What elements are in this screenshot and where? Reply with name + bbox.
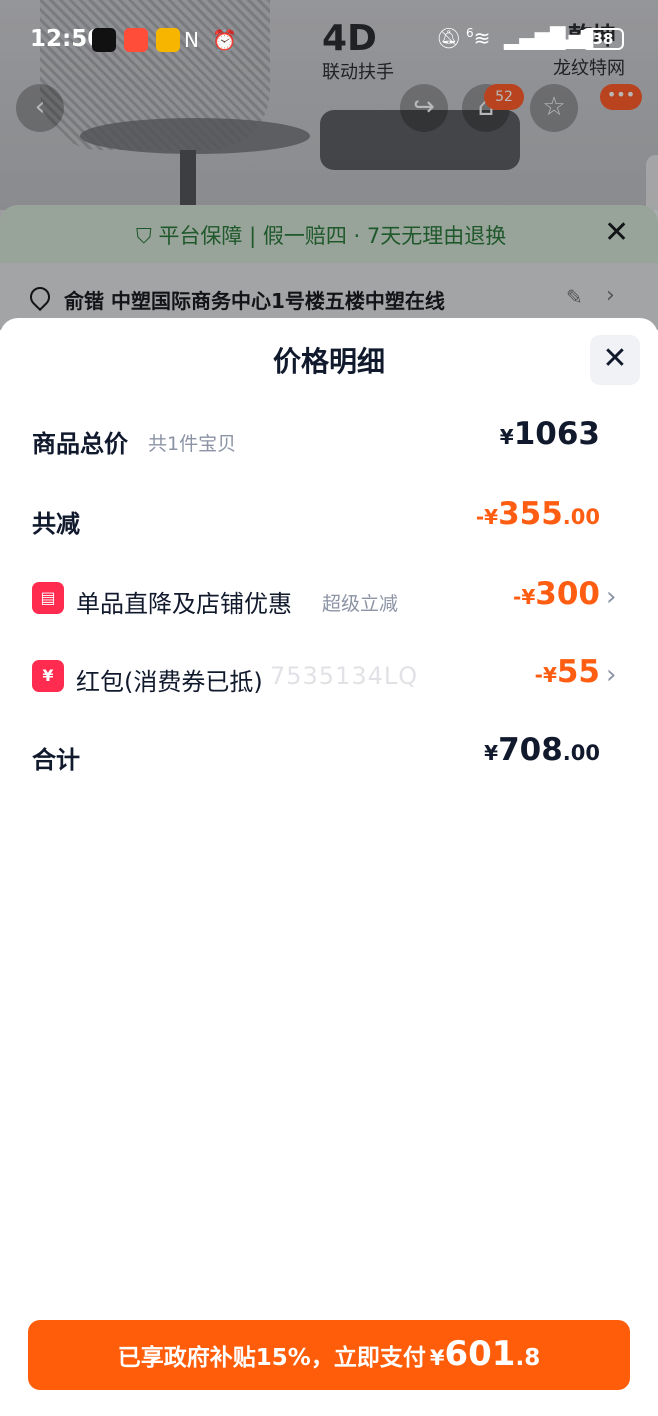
network-label: 6 — [466, 26, 474, 40]
row-label: 单品直降及店铺优惠 — [76, 590, 292, 618]
amount-integer: 1063 — [513, 416, 600, 452]
pay-currency: ¥ — [429, 1346, 445, 1370]
pay-button-label: 已享政府补贴15%，立即支付 — [117, 1345, 426, 1371]
row-label: 商品总价 — [32, 430, 128, 458]
red-packet-icon: ¥ — [32, 660, 64, 692]
minus-sign: - — [475, 505, 485, 529]
row-label: 红包(消费券已抵) — [76, 668, 263, 696]
amount-decimal: .00 — [562, 505, 600, 529]
price-row-total: 商品总价 共1件宝贝 ¥1063 — [0, 416, 658, 466]
row-label: 共减 — [32, 510, 80, 538]
store-icon: ▤ — [32, 582, 64, 614]
amount-integer: 55 — [556, 654, 600, 690]
pay-amount-integer: 601 — [444, 1334, 516, 1374]
wifi-icon: 6≋ — [466, 26, 491, 50]
row-amount: ¥708.00 — [484, 732, 600, 768]
qq-app-icon — [92, 28, 116, 52]
amount-integer: 708 — [498, 732, 563, 768]
app-notification-icon — [124, 28, 148, 52]
row-sub-label: 共1件宝贝 — [148, 433, 237, 455]
sheet-title: 价格明细 — [272, 345, 385, 378]
row-amount: ¥1063 — [500, 416, 600, 452]
row-amount: -¥55 — [535, 654, 600, 690]
amount-integer: 300 — [535, 576, 600, 612]
status-bar: 12:50 N ⏰ 🔕︎ 6≋ ▂▄▆█ ▂▄▆█ 38 — [0, 0, 658, 80]
nfc-icon: N — [184, 28, 199, 52]
home-indicator-area — [0, 1406, 658, 1416]
mute-bell-icon: 🔕︎ — [436, 26, 462, 50]
row-sub-label: 超级立减 — [322, 593, 399, 615]
price-detail-sheet: 价格明细 ✕ 商品总价 共1件宝贝 ¥1063 共减 -¥355.00 ▤ 单品… — [0, 318, 658, 1416]
weibo-icon — [156, 28, 180, 52]
currency-symbol: ¥ — [484, 505, 499, 529]
currency-symbol: ¥ — [499, 425, 514, 449]
row-amount: -¥300 — [513, 576, 600, 612]
pay-now-button[interactable]: 已享政府补贴15%，立即支付 ¥ 601 .8 — [28, 1320, 630, 1390]
currency-symbol: ¥ — [542, 663, 557, 687]
row-amount: -¥355.00 — [476, 496, 600, 532]
row-label: 合计 — [32, 746, 80, 774]
close-icon: ✕ — [602, 341, 628, 376]
price-row-store-discount[interactable]: ▤ 单品直降及店铺优惠 超级立减 -¥300 › — [0, 576, 658, 626]
price-row-red-packet[interactable]: ¥ 红包(消费券已抵) 7535134LQ -¥55 › — [0, 654, 658, 704]
amount-decimal: .00 — [562, 741, 600, 765]
close-sheet-button[interactable]: ✕ — [590, 335, 640, 385]
pay-amount-decimal: .8 — [515, 1345, 541, 1371]
price-row-discount: 共减 -¥355.00 — [0, 496, 658, 546]
alarm-icon: ⏰ — [212, 28, 237, 52]
chevron-right-icon: › — [606, 660, 617, 690]
chevron-right-icon: › — [606, 582, 617, 612]
battery-indicator: 38 — [582, 28, 624, 50]
minus-sign: - — [534, 663, 543, 687]
currency-symbol: ¥ — [521, 585, 536, 609]
watermark-text: 7535134LQ — [270, 662, 419, 690]
price-row-grand-total: 合计 ¥708.00 — [0, 732, 658, 782]
currency-symbol: ¥ — [484, 741, 499, 765]
pay-button-content: 已享政府补贴15%，立即支付 ¥ 601 .8 — [28, 1320, 630, 1390]
amount-integer: 355 — [498, 496, 563, 532]
